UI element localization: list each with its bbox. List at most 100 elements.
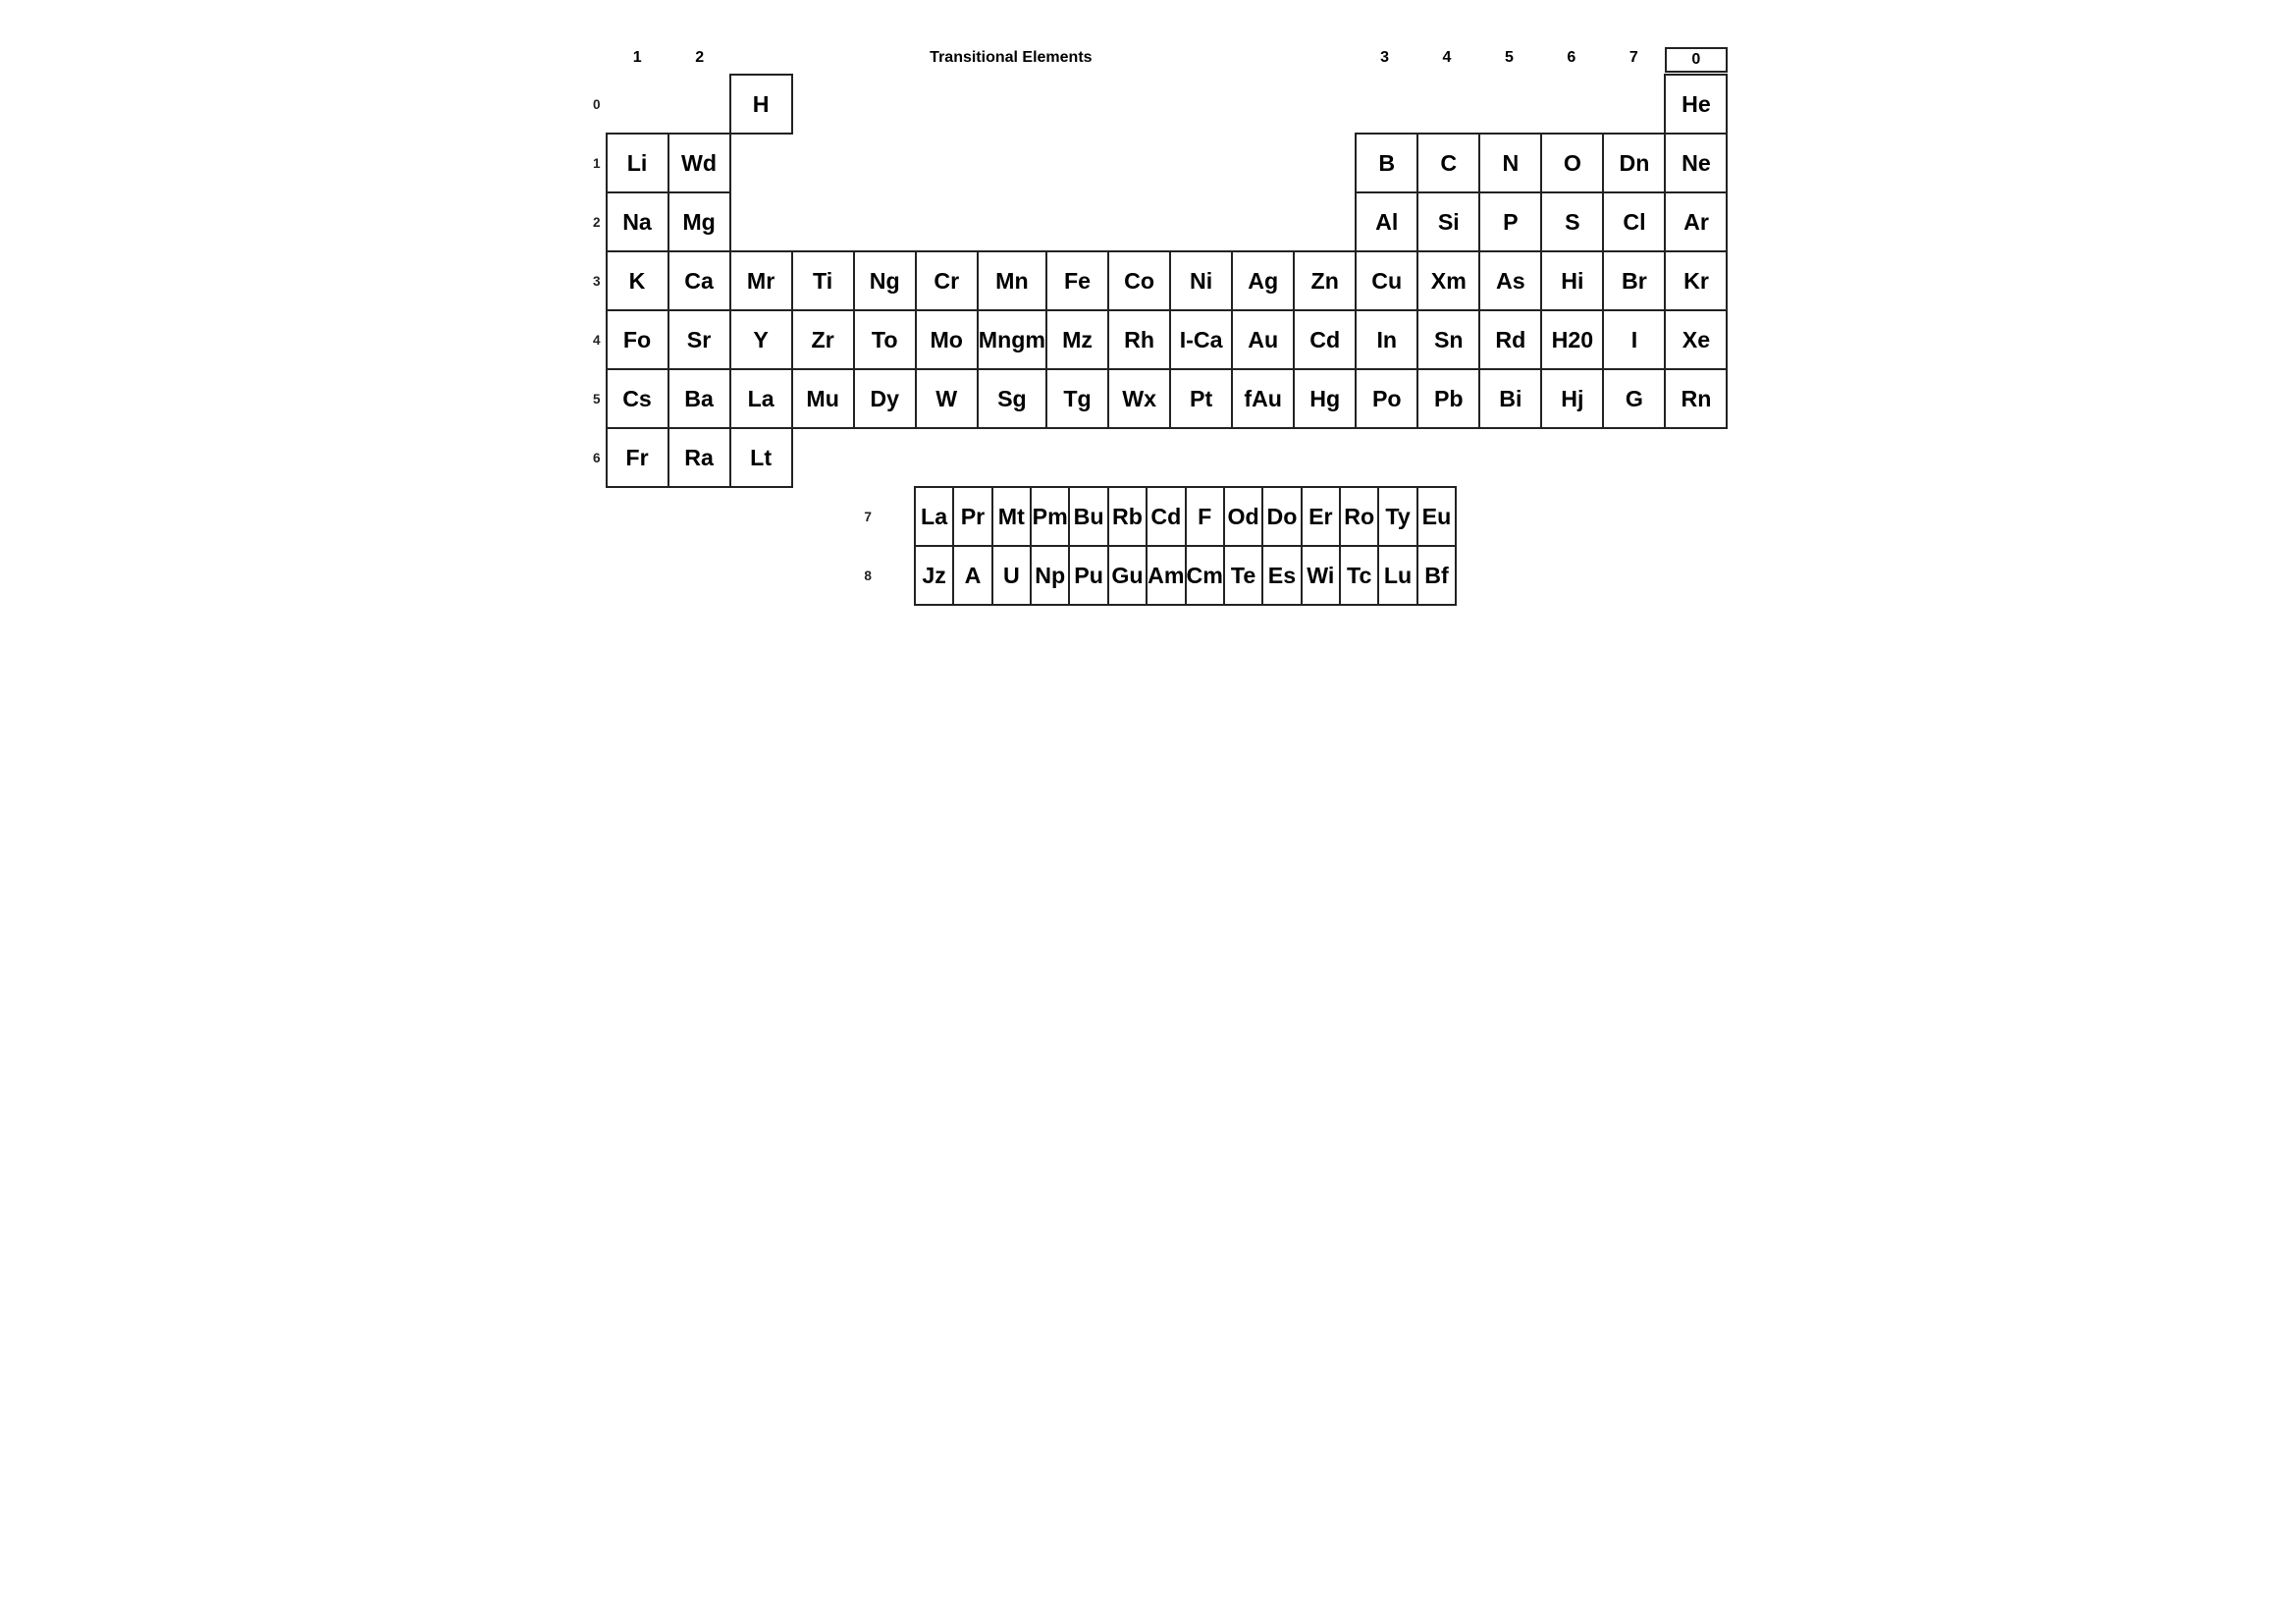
group-header-13: 3 <box>1354 47 1415 73</box>
cell-0-1 <box>606 74 669 135</box>
cell-6-10 <box>1169 427 1233 488</box>
lower-cell-7-8: F <box>1185 486 1225 547</box>
row-label-spacer <box>569 47 607 73</box>
cell-6-6 <box>915 427 979 488</box>
cell-3-9: Co <box>1107 250 1171 311</box>
cell-0-10 <box>1169 74 1233 135</box>
cell-4-2: Sr <box>667 309 731 370</box>
cell-2-10 <box>1169 191 1233 252</box>
cell-0-5 <box>853 74 917 135</box>
cell-2-12 <box>1293 191 1357 252</box>
cell-1-8 <box>1045 133 1109 193</box>
cell-1-9 <box>1107 133 1171 193</box>
cell-6-8 <box>1045 427 1109 488</box>
cell-5-4: Mu <box>791 368 855 429</box>
cell-4-17: I <box>1602 309 1666 370</box>
lower-cell-8-7: Am <box>1146 545 1186 606</box>
cell-3-8: Fe <box>1045 250 1109 311</box>
cell-4-18: Xe <box>1664 309 1728 370</box>
lower-cell-7-5: Bu <box>1068 486 1108 547</box>
cell-0-9 <box>1107 74 1171 135</box>
cell-6-15 <box>1478 427 1542 488</box>
cell-1-18: Ne <box>1664 133 1728 193</box>
cell-3-11: Ag <box>1231 250 1295 311</box>
lower-row-label-7: 7 <box>840 487 878 546</box>
cell-4-4: Zr <box>791 309 855 370</box>
lower-cell-8-13: Lu <box>1377 545 1417 606</box>
cell-3-17: Br <box>1602 250 1666 311</box>
cell-4-3: Y <box>729 309 793 370</box>
cell-6-1: Fr <box>606 427 669 488</box>
lower-cell-7-4: Pm <box>1030 486 1070 547</box>
cell-1-16: O <box>1540 133 1604 193</box>
cell-5-14: Pb <box>1416 368 1480 429</box>
cell-1-14: C <box>1416 133 1480 193</box>
lower-cell-7-1: La <box>914 486 954 547</box>
group-header-2: 2 <box>668 47 730 73</box>
cell-5-15: Bi <box>1478 368 1542 429</box>
cell-1-11 <box>1231 133 1295 193</box>
cell-4-14: Sn <box>1416 309 1480 370</box>
cell-2-15: P <box>1478 191 1542 252</box>
lower-cell-8-14: Bf <box>1416 545 1457 606</box>
cell-3-6: Cr <box>915 250 979 311</box>
cell-2-9 <box>1107 191 1171 252</box>
row-label-6: 6 <box>569 428 607 487</box>
cell-5-1: Cs <box>606 368 669 429</box>
cell-1-12 <box>1293 133 1357 193</box>
cell-1-6 <box>915 133 979 193</box>
cell-3-5: Ng <box>853 250 917 311</box>
cell-1-10 <box>1169 133 1233 193</box>
cell-5-10: Pt <box>1169 368 1233 429</box>
cell-6-16 <box>1540 427 1604 488</box>
row-label-0: 0 <box>569 75 607 134</box>
row-label-3: 3 <box>569 251 607 310</box>
cell-0-18: He <box>1664 74 1728 135</box>
cell-1-1: Li <box>606 133 669 193</box>
lower-row-label-8: 8 <box>840 546 878 605</box>
cell-2-17: Cl <box>1602 191 1666 252</box>
cell-1-3 <box>729 133 793 193</box>
lower-cell-8-12: Tc <box>1339 545 1379 606</box>
cell-2-18: Ar <box>1664 191 1728 252</box>
cell-4-16: H20 <box>1540 309 1604 370</box>
lower-spacer-0 <box>878 487 915 546</box>
group-header-18: 0 <box>1665 47 1727 73</box>
cell-3-1: K <box>606 250 669 311</box>
cell-0-2 <box>667 74 731 135</box>
transitional-elements-label: Transitional Elements <box>730 47 1291 73</box>
cell-0-14 <box>1416 74 1480 135</box>
cell-1-7 <box>977 133 1047 193</box>
cell-0-7 <box>977 74 1047 135</box>
cell-5-12: Hg <box>1293 368 1357 429</box>
cell-2-13: Al <box>1355 191 1418 252</box>
cell-6-17 <box>1602 427 1666 488</box>
cell-0-6 <box>915 74 979 135</box>
cell-6-18 <box>1664 427 1728 488</box>
cell-2-5 <box>853 191 917 252</box>
cell-3-15: As <box>1478 250 1542 311</box>
cell-2-4 <box>791 191 855 252</box>
cell-6-4 <box>791 427 855 488</box>
cell-5-3: La <box>729 368 793 429</box>
cell-2-8 <box>1045 191 1109 252</box>
cell-5-17: G <box>1602 368 1666 429</box>
cell-2-14: Si <box>1416 191 1480 252</box>
cell-5-18: Rn <box>1664 368 1728 429</box>
cell-0-8 <box>1045 74 1109 135</box>
cell-2-3 <box>729 191 793 252</box>
cell-3-3: Mr <box>729 250 793 311</box>
cell-4-10: I-Ca <box>1169 309 1233 370</box>
group-header-14: 4 <box>1415 47 1477 73</box>
cell-3-13: Cu <box>1355 250 1418 311</box>
lower-cell-8-3: U <box>991 545 1032 606</box>
cell-6-13 <box>1355 427 1418 488</box>
cell-0-16 <box>1540 74 1604 135</box>
cell-2-16: S <box>1540 191 1604 252</box>
cell-5-11: fAu <box>1231 368 1295 429</box>
cell-3-12: Zn <box>1293 250 1357 311</box>
group-headers: 12Transitional Elements345670 <box>569 47 1728 73</box>
cell-0-15 <box>1478 74 1542 135</box>
lower-cell-8-11: Wi <box>1301 545 1341 606</box>
cell-5-9: Wx <box>1107 368 1171 429</box>
